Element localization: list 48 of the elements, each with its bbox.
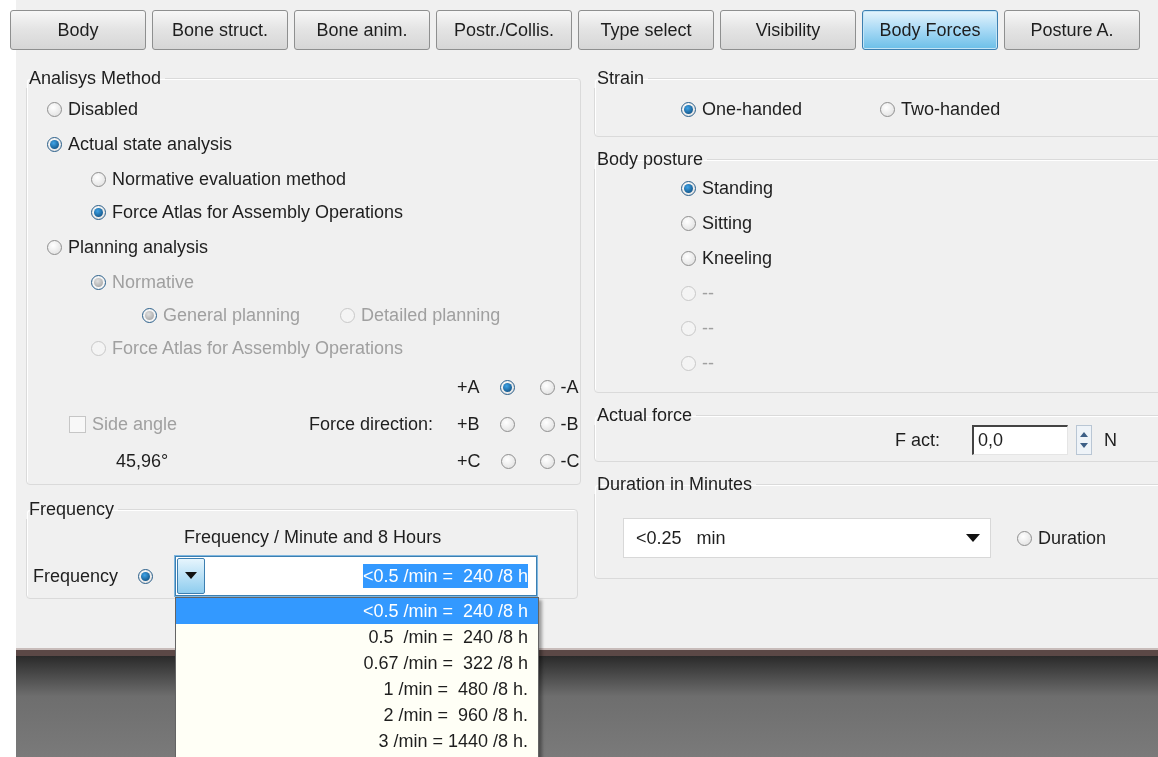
radio-button[interactable]: Standing <box>681 175 774 201</box>
radio-button[interactable]: Normative evaluation method <box>91 166 347 192</box>
tab[interactable]: Body Forces <box>862 10 998 50</box>
unit-label: N <box>1104 429 1117 451</box>
radio-button[interactable]: One-handed <box>681 96 803 122</box>
group-title: Analisys Method <box>28 68 163 88</box>
list-item[interactable]: 2 /min = 960 /8 h. <box>176 702 539 728</box>
radio-button[interactable]: Force Atlas for Assembly Operations <box>91 199 404 225</box>
tab[interactable]: Postr./Collis. <box>436 10 572 50</box>
group-title: Strain <box>596 68 646 88</box>
radio-button[interactable]: -B <box>539 411 579 437</box>
radio-button[interactable]: -C <box>539 448 580 474</box>
radio-button[interactable]: +B <box>457 411 515 437</box>
list-item[interactable]: 3 /min = 1440 /8 h. <box>176 728 539 754</box>
tab[interactable]: Bone struct. <box>152 10 288 50</box>
caption: Frequency / Minute and 8 Hours <box>184 527 442 547</box>
selected-value: <0.5 /min = 240 /8 h <box>362 564 529 588</box>
tab[interactable]: Visibility <box>720 10 856 50</box>
field-label: F act: <box>895 429 940 451</box>
tab[interactable]: Type select <box>578 10 714 50</box>
spinner-icon[interactable] <box>1076 425 1092 455</box>
radio-button[interactable]: -A <box>539 374 579 400</box>
radio-button[interactable]: Kneeling <box>681 245 773 271</box>
radio-button[interactable]: Planning analysis <box>47 234 209 260</box>
radio-button[interactable]: Frequency <box>33 563 154 589</box>
list-item[interactable]: 0.5 /min = 240 /8 h <box>176 624 539 650</box>
radio-button[interactable]: Sitting <box>681 210 753 236</box>
radio-button[interactable]: Disabled <box>47 96 139 122</box>
group-title: Frequency <box>28 499 116 519</box>
radio-button[interactable]: Actual state analysis <box>47 131 233 157</box>
group-title: Body posture <box>596 149 705 169</box>
radio-button[interactable]: Duration <box>1017 525 1107 551</box>
list-item[interactable]: 0.67 /min = 322 /8 h <box>176 650 539 676</box>
radio-button[interactable]: +A <box>457 374 515 400</box>
field-label: Force direction: <box>307 413 433 435</box>
angle-value: 45,96° <box>115 450 170 472</box>
caret-icon <box>966 534 980 542</box>
radio-button[interactable]: +C <box>457 448 516 474</box>
input-field[interactable]: 0,0 <box>972 425 1068 455</box>
tab[interactable]: Body <box>10 10 146 50</box>
list-item[interactable]: 1 /min = 480 /8 h. <box>176 676 539 702</box>
group-title: Duration in Minutes <box>596 474 754 494</box>
tab[interactable]: Bone anim. <box>294 10 430 50</box>
radio-button[interactable]: Two-handed <box>880 96 1001 122</box>
tab[interactable]: Posture A. <box>1004 10 1140 50</box>
group-title: Actual force <box>596 405 694 425</box>
dropdown[interactable]: <0.25 min <box>623 518 991 558</box>
caret-icon <box>185 572 198 580</box>
